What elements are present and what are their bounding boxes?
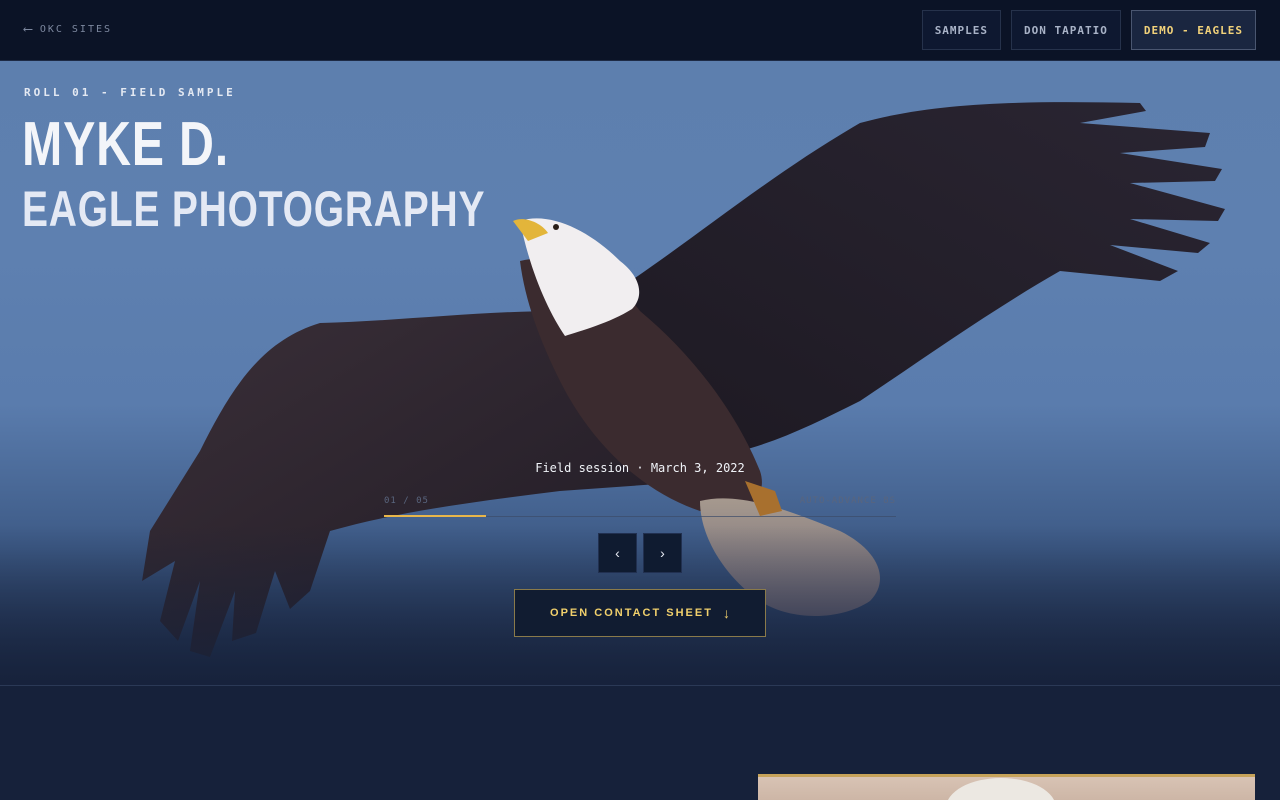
nav-samples-button[interactable]: SAMPLES bbox=[921, 10, 1002, 50]
previous-slide-button[interactable]: ‹ bbox=[598, 533, 637, 573]
auto-advance-label: AUTO-ADVANCE 8S bbox=[799, 496, 896, 506]
roll-label: ROLL 01 - FIELD SAMPLE bbox=[24, 86, 236, 99]
slide-counter: 01 / 05 bbox=[384, 496, 429, 506]
slide-caption: Field session · March 3, 2022 bbox=[535, 461, 745, 475]
cta-label: OPEN CONTACT SHEET bbox=[550, 607, 713, 619]
arrow-left-icon: ⟵ bbox=[24, 22, 32, 37]
nav-demo-eagles-button[interactable]: DEMO - EAGLES bbox=[1130, 10, 1256, 50]
back-link[interactable]: ⟵ OKC SITES bbox=[24, 22, 112, 37]
slide-progress-track bbox=[384, 515, 896, 517]
chevron-left-icon: ‹ bbox=[615, 545, 620, 561]
thumbnail-subject bbox=[946, 778, 1056, 800]
section-divider bbox=[0, 685, 1280, 686]
page-title: MYKE D. bbox=[22, 110, 229, 179]
gallery-thumbnail[interactable] bbox=[758, 774, 1255, 800]
slide-arrows: ‹ › bbox=[598, 533, 682, 573]
top-bar: ⟵ OKC SITES SAMPLES DON TAPATIO DEMO - E… bbox=[0, 0, 1280, 61]
slide-progress-fill bbox=[384, 515, 487, 517]
back-link-label: OKC SITES bbox=[39, 24, 113, 35]
site-nav: SAMPLES DON TAPATIO DEMO - EAGLES bbox=[921, 10, 1256, 50]
open-contact-sheet-button[interactable]: OPEN CONTACT SHEET ↓ bbox=[514, 589, 766, 637]
slide-meta: 01 / 05 AUTO-ADVANCE 8S bbox=[384, 496, 896, 510]
arrow-down-icon: ↓ bbox=[722, 605, 730, 621]
nav-don-tapatio-button[interactable]: DON TAPATIO bbox=[1011, 10, 1121, 50]
chevron-right-icon: › bbox=[660, 545, 665, 561]
page-subtitle: EAGLE PHOTOGRAPHY bbox=[22, 181, 486, 237]
next-slide-button[interactable]: › bbox=[643, 533, 682, 573]
